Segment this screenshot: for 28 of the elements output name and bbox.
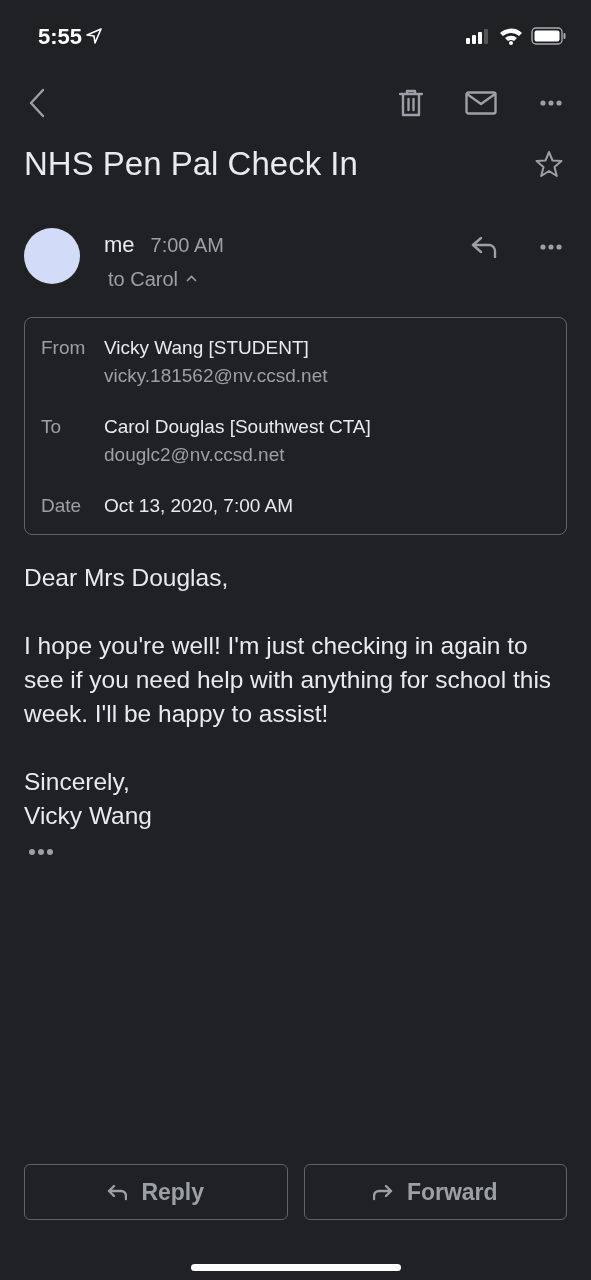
signal-icon [465, 28, 491, 44]
wifi-icon [499, 27, 523, 45]
detail-value: Oct 13, 2020, 7:00 AM [104, 493, 294, 518]
more-icon [539, 241, 563, 252]
status-time: 5:55 [38, 22, 83, 51]
body-paragraph: Dear Mrs Douglas, [24, 563, 230, 594]
detail-value: Vicky Wang [STUDENT] [104, 335, 310, 360]
body-paragraph: Sincerely, Vicky Wang [24, 767, 153, 832]
detail-label: Date [41, 493, 83, 518]
recipient-toggle[interactable]: to Carol [104, 260, 202, 297]
detail-value: Carol Douglas [Southwest CTA] [104, 414, 371, 439]
email-address: douglc2@nv.ccsd.net [104, 443, 286, 468]
reply-icon [107, 1183, 128, 1201]
location-arrow-icon [86, 28, 103, 44]
sender-name: me [104, 230, 135, 259]
body-paragraph: I hope you're well! I'm just checking in again to see if you need help with anything for school this week. I'll be happy to assist! [24, 631, 553, 730]
more-icon [28, 847, 54, 856]
email-address: vicky.181562@nv.ccsd.net [104, 364, 328, 389]
more-icon [539, 98, 563, 108]
email-subject: NHS Pen Pal Check In [24, 144, 358, 184]
reply-button[interactable]: Reply [24, 1164, 288, 1220]
caret-icon [186, 275, 198, 283]
detail-label: To [41, 414, 63, 439]
message-time: 7:00 AM [150, 232, 224, 258]
detail-label: From [41, 335, 87, 360]
battery-icon [531, 27, 567, 45]
forward-button[interactable]: Forward [303, 1164, 567, 1220]
forward-icon [372, 1183, 393, 1201]
